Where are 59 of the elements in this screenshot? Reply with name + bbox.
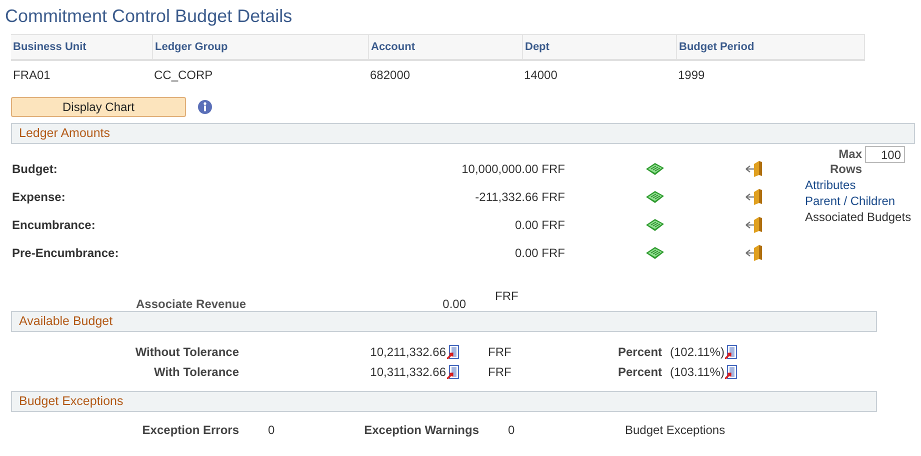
currency-text: FRF (488, 345, 512, 359)
amount-label: Pre-Encumbrance: (12, 246, 120, 260)
available-amount: 10,211,332.66 (369, 345, 446, 359)
exception-label: Exception Warnings (363, 423, 479, 437)
door-arrow-icon[interactable] (745, 217, 763, 233)
table-cell-text: CC_CORP (153, 67, 214, 84)
exception-label: Exception Errors (141, 423, 239, 437)
percent-value: (102.11%) (670, 345, 724, 359)
info-icon[interactable] (198, 100, 212, 114)
report-icon[interactable] (447, 345, 459, 359)
report-icon[interactable] (725, 365, 738, 379)
amount-label: Encumbrance: (12, 218, 96, 232)
table-cell-text: 14000 (523, 67, 558, 84)
report-icon[interactable] (725, 345, 738, 359)
link[interactable]: Attributes (805, 177, 921, 193)
amount-label: Expense: (12, 190, 66, 204)
money-icon[interactable] (646, 163, 664, 175)
tolerance-label: With Tolerance (152, 365, 239, 379)
door-arrow-icon[interactable] (745, 161, 763, 177)
section-title: Available Budget (19, 314, 113, 328)
column-header: Dept (522, 35, 676, 59)
max-rows-label: Max Rows (828, 147, 862, 177)
tolerance-label: Without Tolerance (134, 345, 239, 359)
money-icon[interactable] (646, 219, 664, 231)
amount-value: 0.00 FRF (514, 246, 565, 260)
exception-count: 0 (508, 423, 516, 437)
associated-budgets-text: Associated Budgets (805, 209, 912, 225)
door-arrow-icon[interactable] (745, 245, 763, 261)
table-cell-text: 1999 (677, 67, 706, 84)
associate-revenue-label: Associate Revenue (136, 297, 248, 311)
column-header: Business Unit (12, 40, 88, 55)
currency-text: FRF (488, 365, 512, 379)
budget-exceptions-text: Budget Exceptions (625, 423, 726, 437)
page-title: Commitment Control Budget Details (5, 5, 294, 28)
amount-value: 10,000,000.00 FRF (460, 162, 565, 176)
percent-value: (103.11%) (670, 365, 724, 379)
percent-label: Percent (618, 345, 664, 359)
door-arrow-icon[interactable] (745, 189, 763, 205)
column-header: Budget Period (676, 35, 865, 59)
section-title: Ledger Amounts (19, 126, 110, 140)
amount-value: -211,332.66 FRF (474, 190, 565, 204)
table-cell-text: 682000 (369, 67, 412, 84)
column-header: Account (368, 35, 522, 59)
link[interactable]: Parent / Children (805, 193, 921, 209)
table-cell-text: FRA01 (12, 67, 52, 84)
display-chart-button[interactable]: Display Chart (11, 97, 186, 117)
available-amount: 10,311,332.66 (369, 365, 446, 379)
exception-count: 0 (268, 423, 276, 437)
report-icon[interactable] (447, 365, 459, 379)
money-icon[interactable] (646, 191, 664, 203)
currency-text: FRF (495, 289, 518, 303)
section-title: Budget Exceptions (19, 394, 124, 408)
amount-value: 0.00 FRF (514, 218, 565, 232)
percent-label: Percent (618, 365, 664, 379)
column-header: Ledger Group (152, 35, 368, 59)
money-icon[interactable] (646, 247, 664, 259)
associate-revenue-value: 0.00 (442, 297, 466, 311)
amount-label: Budget: (12, 162, 58, 176)
max-rows-field[interactable]: 100 (865, 146, 905, 163)
